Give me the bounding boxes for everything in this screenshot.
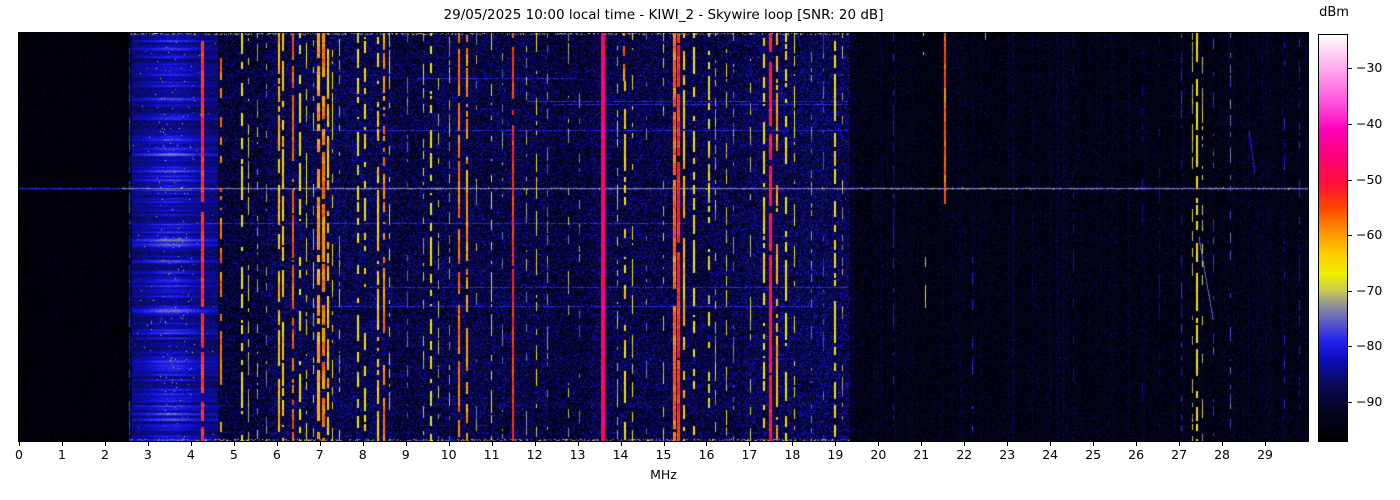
x-tick-label: 11	[483, 447, 500, 462]
x-tick-label: 21	[913, 447, 930, 462]
x-tick	[319, 442, 321, 446]
x-tick	[1093, 442, 1095, 446]
x-tick	[964, 442, 966, 446]
x-tick	[276, 442, 278, 446]
plot-area	[18, 32, 1309, 442]
colorbar-label: dBm	[1319, 5, 1349, 20]
x-tick-label: 29	[1257, 447, 1273, 462]
x-tick-label: 20	[870, 447, 887, 462]
x-tick-label: 13	[569, 447, 586, 462]
x-tick-label: 9	[401, 447, 410, 462]
x-tick	[921, 442, 923, 446]
x-tick-label: 5	[229, 447, 238, 462]
x-tick	[534, 442, 536, 446]
x-tick-label: 3	[143, 447, 152, 462]
x-tick	[491, 442, 493, 446]
x-tick	[1050, 442, 1052, 446]
x-tick-label: 26	[1128, 447, 1145, 462]
x-tick-label: 23	[999, 447, 1016, 462]
x-tick-label: 2	[100, 447, 109, 462]
x-tick-label: 27	[1171, 447, 1188, 462]
x-tick	[1007, 442, 1009, 446]
x-tick-label: 12	[526, 447, 543, 462]
colorbar-tick-label: −30	[1356, 60, 1383, 76]
x-tick-label: 16	[698, 447, 715, 462]
x-tick-label: 19	[827, 447, 844, 462]
x-tick-label: 28	[1214, 447, 1231, 462]
colorbar-tick-label: −70	[1356, 283, 1383, 299]
x-tick	[1222, 442, 1224, 446]
x-tick-label: 7	[315, 447, 324, 462]
colorbar-tick	[1348, 68, 1352, 70]
colorbar-tick-label: −60	[1356, 227, 1383, 243]
x-tick	[405, 442, 407, 446]
x-tick-label: 10	[440, 447, 457, 462]
x-tick-label: 15	[655, 447, 672, 462]
x-tick	[1179, 442, 1181, 446]
colorbar-tick	[1348, 123, 1352, 125]
x-tick-label: 17	[741, 447, 758, 462]
x-tick-label: 22	[956, 447, 973, 462]
colorbar-tick	[1348, 235, 1352, 237]
x-tick	[448, 442, 450, 446]
x-tick-label: 1	[57, 447, 66, 462]
colorbar-tick-label: −50	[1356, 171, 1383, 187]
x-tick-label: 25	[1085, 447, 1102, 462]
x-tick	[663, 442, 665, 446]
x-tick-label: 14	[612, 447, 629, 462]
colorbar-tick-label: −90	[1356, 394, 1383, 410]
x-tick	[706, 442, 708, 446]
x-tick	[61, 442, 63, 446]
x-tick	[620, 442, 622, 446]
x-tick-label: 6	[272, 447, 281, 462]
colorbar-tick-label: −40	[1356, 116, 1383, 132]
x-tick	[835, 442, 837, 446]
x-tick	[792, 442, 794, 446]
x-tick	[362, 442, 364, 446]
colorbar-tick	[1348, 290, 1352, 292]
colorbar-tick-label: −80	[1356, 338, 1383, 354]
colorbar-tick	[1348, 179, 1352, 181]
spectrogram-figure: 29/05/2025 10:00 local time - KIWI_2 - S…	[0, 0, 1400, 500]
colorbar-tick	[1348, 402, 1352, 404]
colorbar	[1318, 34, 1348, 442]
x-tick	[577, 442, 579, 446]
x-tick-label: 4	[186, 447, 195, 462]
x-tick	[878, 442, 880, 446]
x-tick	[190, 442, 192, 446]
spectrogram-canvas	[19, 33, 1308, 441]
x-tick	[1136, 442, 1138, 446]
colorbar-tick	[1348, 346, 1352, 348]
x-tick	[233, 442, 235, 446]
x-tick	[1265, 442, 1267, 446]
chart-title: 29/05/2025 10:00 local time - KIWI_2 - S…	[443, 7, 884, 23]
x-tick-label: 8	[358, 447, 367, 462]
x-tick	[19, 442, 20, 446]
x-tick	[749, 442, 751, 446]
x-tick-label: 0	[15, 447, 23, 462]
x-tick	[147, 442, 149, 446]
x-tick-label: 24	[1042, 447, 1059, 462]
x-tick-label: 18	[784, 447, 801, 462]
x-tick	[104, 442, 106, 446]
x-axis-label: MHz	[650, 467, 677, 482]
